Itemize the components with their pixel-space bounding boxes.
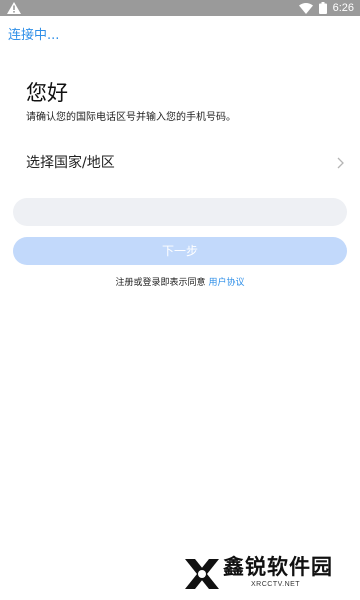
agreement-text: 注册或登录即表示同意 (115, 278, 206, 288)
country-region-label: 选择国家/地区 (26, 155, 115, 171)
country-region-selector[interactable]: 选择国家/地区 (26, 150, 344, 176)
x-logo-icon (185, 559, 219, 589)
status-time: 6:26 (332, 2, 354, 14)
connection-status: 连接中... (8, 28, 60, 43)
battery-icon (318, 2, 327, 14)
greeting-title: 您好 (26, 81, 68, 105)
watermark: 鑫锐软件园 XRCCTV.NET (183, 553, 343, 595)
phone-hint-text: 请确认您的国际电话区号并输入您的手机号码。 (26, 112, 236, 123)
user-agreement-link[interactable]: 用户协议 (208, 278, 244, 288)
chevron-right-icon (337, 157, 344, 169)
status-bar: 6:26 (0, 0, 360, 16)
phone-number-input[interactable] (13, 198, 347, 226)
agreement-line: 注册或登录即表示同意 用户协议 (0, 276, 360, 290)
warning-triangle-icon (7, 2, 21, 14)
status-icons: 6:26 (298, 0, 354, 16)
wifi-icon (298, 2, 313, 14)
watermark-subtitle: XRCCTV.NET (251, 581, 301, 588)
next-button[interactable]: 下一步 (13, 237, 347, 265)
watermark-title: 鑫锐软件园 (223, 555, 333, 579)
